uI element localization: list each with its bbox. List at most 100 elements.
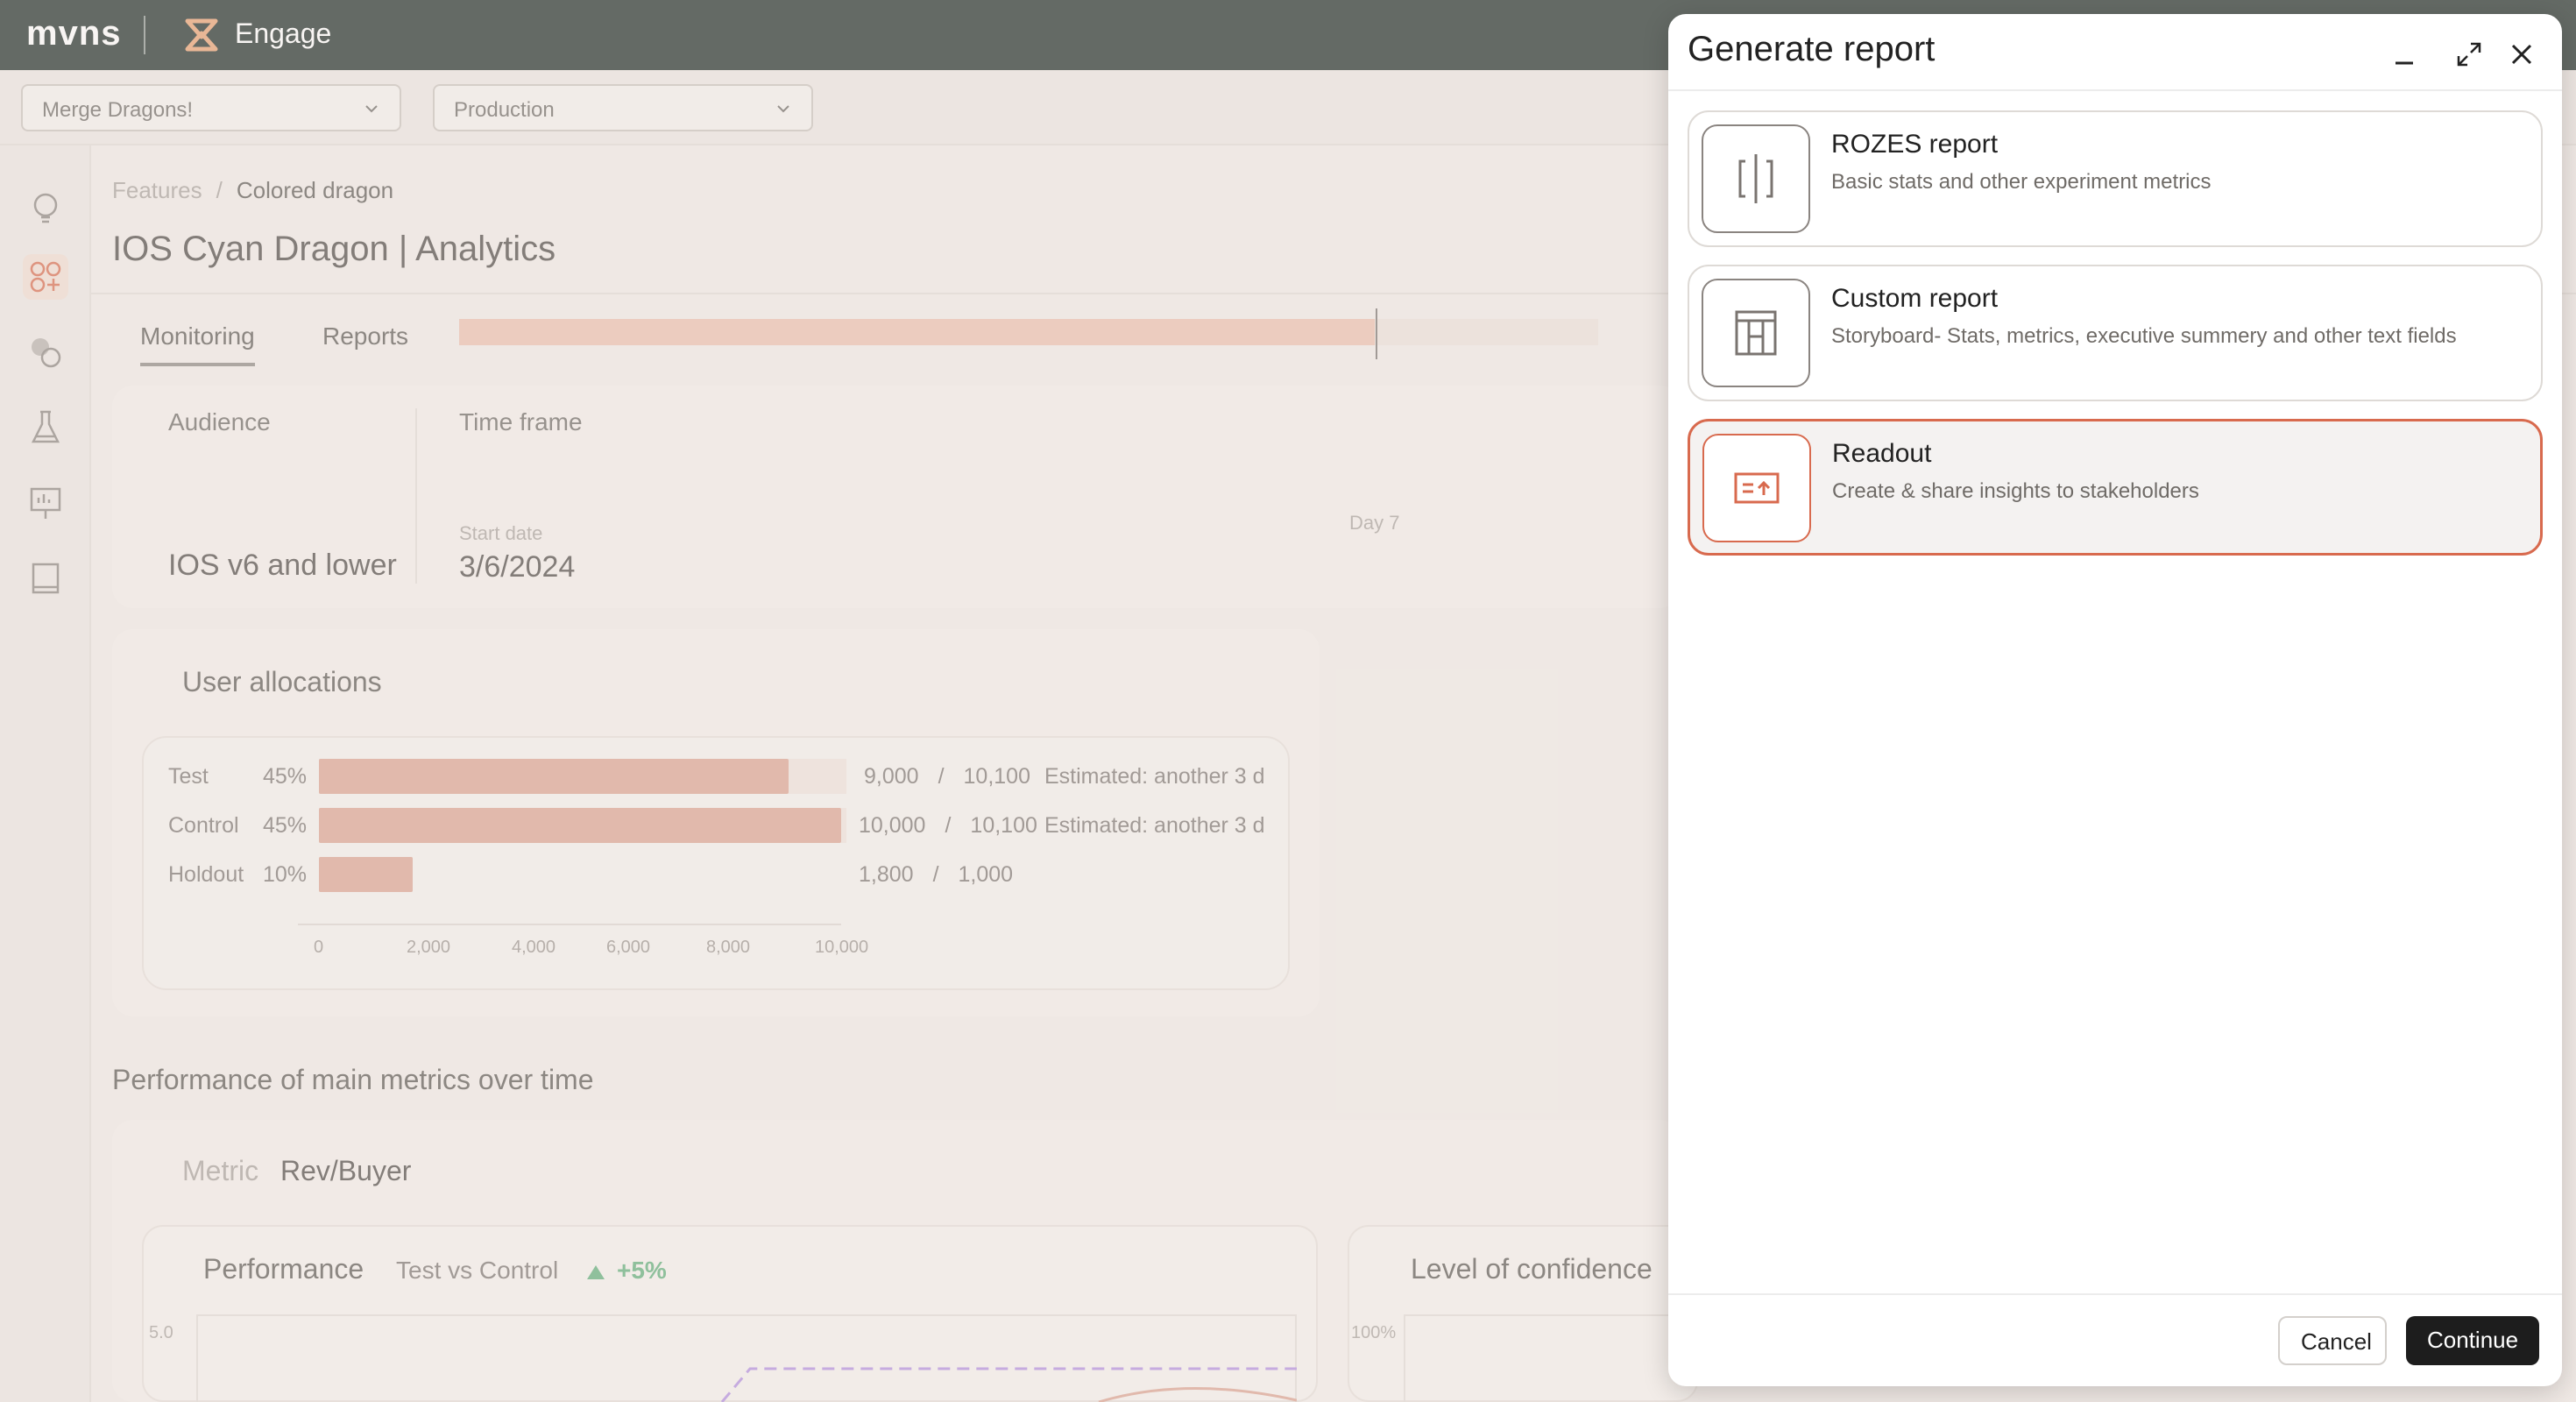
allocation-group-name: Control <box>168 813 239 838</box>
close-icon[interactable] <box>2504 37 2539 72</box>
game-select[interactable]: Merge Dragons! <box>21 84 401 131</box>
page-title: IOS Cyan Dragon | Analytics <box>112 230 556 268</box>
report-option-readout[interactable]: Readout Create & share insights to stake… <box>1688 419 2543 556</box>
axis-tick-label: 10,000 <box>815 938 869 957</box>
allocation-count: 10,000 / 10,100 <box>859 813 1037 839</box>
flask-icon[interactable] <box>23 405 68 450</box>
option-name: Readout <box>1832 439 1932 468</box>
timeframe-progress <box>459 319 1375 345</box>
allocations-title: User allocations <box>182 666 382 697</box>
minimize-icon[interactable] <box>2387 37 2422 72</box>
share-screen-icon <box>1702 434 1811 542</box>
allocation-bar <box>319 808 841 843</box>
perf-y-tick: 5.0 <box>149 1323 173 1342</box>
confidence-plot-area <box>1404 1314 1684 1402</box>
allocation-count: 9,000 / 10,100 <box>864 764 1030 790</box>
performance-title: Performance <box>203 1253 364 1285</box>
report-option-custom[interactable]: Custom report Storyboard- Stats, metrics… <box>1688 265 2543 401</box>
allocation-target: 1,000 <box>958 862 1014 887</box>
breadcrumb: Features / Colored dragon <box>112 177 393 204</box>
continue-button[interactable]: Continue <box>2406 1316 2539 1365</box>
tab-monitoring[interactable]: Monitoring <box>140 322 255 366</box>
logo[interactable]: mvns <box>26 14 122 53</box>
performance-section-title: Performance of main metrics over time <box>112 1064 594 1095</box>
expand-icon[interactable] <box>2452 37 2487 72</box>
allocation-estimate: Estimated: another 3 d <box>1044 764 1265 789</box>
breadcrumb-current: Colored dragon <box>236 177 394 203</box>
summary-divider <box>415 408 417 584</box>
allocation-group-name: Holdout <box>168 862 244 887</box>
metric-value[interactable]: Rev/Buyer <box>280 1155 411 1187</box>
triangle-up-icon <box>587 1265 605 1279</box>
axis-tick-label: 8,000 <box>706 938 751 957</box>
axis-tick-label: 6,000 <box>606 938 651 957</box>
lightbulb-icon[interactable] <box>23 186 68 231</box>
allocation-row: Test 45% 9,000 / 10,100 Estimated: another 3 … <box>168 759 1307 794</box>
split-columns-icon <box>1702 124 1810 233</box>
option-name: ROZES report <box>1831 130 1999 159</box>
allocation-current: 1,800 <box>859 862 914 887</box>
option-name: Custom report <box>1831 284 1999 313</box>
allocation-count: 1,800 / 1,000 <box>859 862 1013 888</box>
day-marker-label: Day 7 <box>1349 512 1400 534</box>
confidence-title: Level of confidence <box>1411 1253 1652 1285</box>
dialog-footer-divider <box>1668 1293 2562 1295</box>
performance-delta: +5% <box>617 1257 667 1284</box>
allocation-separator: / <box>945 813 952 838</box>
allocation-row: Control 45% 10,000 / 10,100 Estimated: anothe… <box>168 808 1307 843</box>
audience-value: IOS v6 and lower <box>168 549 397 582</box>
metric-label: Metric <box>182 1155 259 1186</box>
axis-tick-label: 2,000 <box>407 938 451 957</box>
timeframe-track <box>459 308 1598 359</box>
breadcrumb-parent[interactable]: Features <box>112 177 202 203</box>
environment-select-value: Production <box>454 98 555 122</box>
chevron-down-icon <box>777 105 789 113</box>
allocation-current: 10,000 <box>859 813 926 838</box>
axis-tick-label: 4,000 <box>512 938 556 957</box>
allocation-group-name: Test <box>168 764 209 789</box>
start-date-value: 3/6/2024 <box>459 550 576 584</box>
allocation-row: Holdout 10% 1,800 / 1,000 <box>168 857 1307 892</box>
allocation-target: 10,100 <box>963 764 1030 789</box>
segments-icon[interactable] <box>23 329 68 375</box>
tab-reports[interactable]: Reports <box>322 322 408 350</box>
cancel-button[interactable]: Cancel <box>2278 1316 2387 1365</box>
option-description: Basic stats and other experiment metrics <box>1831 170 2212 194</box>
day-marker <box>1376 308 1377 359</box>
logo-divider <box>144 16 145 54</box>
alloc-axis <box>298 924 841 925</box>
chevron-down-icon <box>365 105 378 113</box>
presentation-icon[interactable] <box>23 480 68 526</box>
side-nav <box>0 145 91 1402</box>
layout-grid-icon <box>1702 279 1810 387</box>
allocation-target: 10,100 <box>970 813 1037 838</box>
performance-compare: Test vs Control <box>396 1257 559 1284</box>
confidence-y-tick: 100% <box>1351 1323 1397 1342</box>
allocation-separator: / <box>938 764 945 789</box>
timeframe-label: Time frame <box>459 408 583 435</box>
option-description: Create & share insights to stakeholders <box>1832 479 2199 503</box>
game-select-value: Merge Dragons! <box>42 98 194 122</box>
allocation-estimate: Estimated: another 3 d <box>1044 813 1265 838</box>
start-date-label: Start date <box>459 522 543 544</box>
generate-report-dialog: Generate report ROZES report Basic stats… <box>1668 14 2562 1386</box>
allocation-bar <box>319 857 413 892</box>
app-name[interactable]: Engage <box>235 18 331 50</box>
option-description: Storyboard- Stats, metrics, executive su… <box>1831 324 2457 348</box>
book-icon[interactable] <box>23 556 68 601</box>
engage-app-icon <box>182 16 221 54</box>
allocation-current: 9,000 <box>864 764 919 789</box>
axis-tick-label: 0 <box>314 938 324 957</box>
dialog-title: Generate report <box>1688 30 1936 68</box>
allocation-percent: 45% <box>263 813 308 838</box>
report-option-rozes[interactable]: ROZES report Basic stats and other exper… <box>1688 110 2543 247</box>
environment-select[interactable]: Production <box>433 84 813 131</box>
allocation-bar <box>319 759 789 794</box>
features-icon[interactable] <box>23 254 68 300</box>
audience-label: Audience <box>168 408 271 435</box>
breadcrumb-separator: / <box>216 177 223 203</box>
performance-lines <box>720 1367 1297 1402</box>
allocation-percent: 45% <box>263 764 308 789</box>
allocation-percent: 10% <box>263 862 308 887</box>
allocation-separator: / <box>932 862 939 887</box>
